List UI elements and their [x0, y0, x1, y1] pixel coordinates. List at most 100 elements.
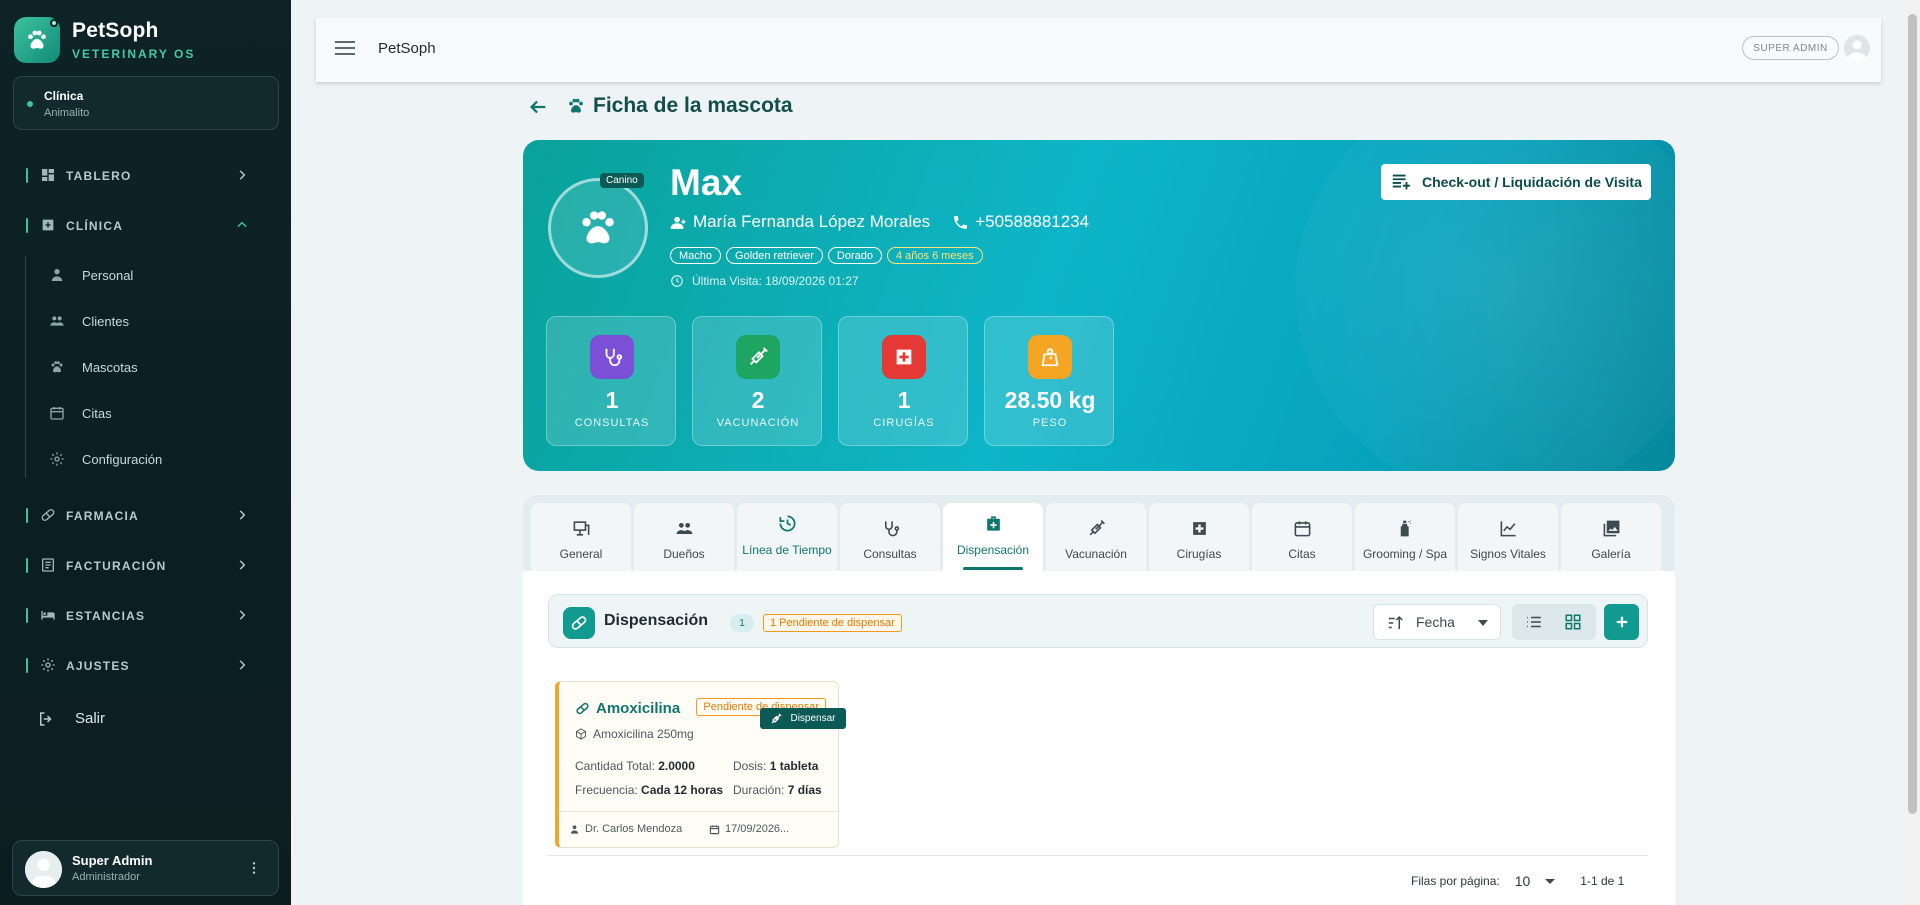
sidebar-item-citas[interactable]: Citas [0, 396, 291, 430]
pet-avatar[interactable] [548, 178, 648, 278]
list-view-icon[interactable] [1525, 613, 1543, 631]
tab-vacunacion[interactable]: Vacunación [1046, 503, 1146, 571]
stat-peso[interactable]: 28.50 kg PESO [984, 316, 1114, 446]
logout-icon [40, 712, 52, 726]
avatar[interactable] [1844, 35, 1870, 61]
dashboard-icon [42, 169, 54, 181]
color-tag: Dorado [827, 247, 882, 264]
grid-view-icon[interactable] [1564, 613, 1582, 631]
sidebar-item-configuracion[interactable]: Configuración [0, 442, 291, 476]
tab-dispensacion[interactable]: Dispensación [943, 503, 1043, 571]
box-icon [576, 728, 586, 740]
chevron-right-icon [239, 560, 246, 570]
chevron-right-icon [239, 510, 246, 520]
scrollbar-thumb[interactable] [1908, 14, 1917, 814]
count-badge: 1 [730, 614, 754, 632]
chevron-right-icon [239, 170, 246, 180]
age-tag: 4 años 6 meses [886, 247, 983, 264]
stat-value: 28.50 kg [1004, 387, 1096, 413]
section-title: Dispensación [604, 612, 709, 629]
paw-icon [582, 211, 614, 244]
active-tab-indicator [963, 567, 1023, 570]
back-arrow-icon[interactable] [527, 96, 549, 118]
sidebar-section-ajustes[interactable]: AJUSTES [0, 650, 291, 680]
gallery-icon [1603, 520, 1620, 537]
stat-value: 1 [605, 387, 619, 413]
sidebar-section-farmacia[interactable]: FARMACIA [0, 500, 291, 530]
checkout-button[interactable]: Check-out / Liquidación de Visita [1381, 164, 1651, 200]
dispense-button[interactable]: Dispensar [760, 708, 846, 729]
tab-citas[interactable]: Citas [1252, 503, 1352, 571]
clinic-selector[interactable]: Clínica Animalito [13, 76, 279, 130]
tab-label: Dueños [663, 547, 705, 561]
person-icon [570, 824, 579, 834]
gear-icon [41, 658, 55, 672]
avatar [25, 851, 62, 888]
tab-label: Consultas [863, 547, 917, 561]
tab-grooming-spa[interactable]: Grooming / Spa [1355, 503, 1455, 571]
sort-select[interactable]: Fecha [1373, 604, 1501, 640]
sidebar-section-tablero[interactable]: TABLERO [0, 160, 291, 190]
sidebar-section-label: CLÍNICA [66, 219, 124, 233]
page-title: Ficha de la mascota [566, 94, 793, 118]
tab-galeria[interactable]: Galería [1561, 503, 1661, 571]
chevron-down-icon [1478, 620, 1488, 626]
tab-label: Línea de Tiempo [742, 543, 832, 557]
logout-label: Salir [75, 710, 106, 727]
logout-button[interactable]: Salir [0, 704, 291, 734]
breed-tag: Golden retriever [726, 247, 823, 264]
pagination-range: 1-1 de 1 [1580, 874, 1625, 888]
species-badge: Canino [600, 173, 644, 188]
sidebar-section-label: ESTANCIAS [66, 609, 146, 623]
chevron-down-icon[interactable] [1545, 878, 1556, 884]
tab-label: Dispensación [956, 543, 1030, 557]
sidebar-item-label: Configuración [82, 452, 163, 467]
tab-label: General [559, 547, 603, 561]
owner-name[interactable]: María Fernanda López Morales [693, 212, 930, 232]
dispensation-panel: Dispensación 1 1 Pendiente de dispensar … [523, 571, 1675, 905]
stat-label: CIRUGÍAS [873, 417, 935, 429]
owner-phone[interactable]: +50588881234 [975, 212, 1089, 232]
calendar-icon [50, 407, 64, 420]
dispense-card[interactable]: Amoxicilina Pendiente de dispensar Amoxi… [555, 681, 839, 848]
tab-cirugias[interactable]: Cirugías [1149, 503, 1249, 571]
sidebar-section-estancias[interactable]: ESTANCIAS [0, 600, 291, 630]
brand[interactable]: PetSoph VETERINARY OS [14, 17, 195, 63]
tab-general[interactable]: General [531, 503, 631, 571]
brand-logo-icon [14, 17, 60, 63]
invoice-icon [42, 558, 54, 572]
sidebar-section-facturacion[interactable]: FACTURACIÓN [0, 550, 291, 580]
tab-duenos[interactable]: Dueños [634, 503, 734, 571]
tab-consultas[interactable]: Consultas [840, 503, 940, 571]
more-vertical-icon[interactable] [246, 859, 262, 877]
tab-signos-vitales[interactable]: Signos Vitales [1458, 503, 1558, 571]
medical-bag-icon [987, 516, 1000, 531]
people-icon [676, 522, 693, 535]
pill-icon [563, 607, 595, 639]
add-button[interactable] [1604, 604, 1639, 640]
topbar-title: PetSoph [378, 40, 436, 57]
menu-icon[interactable] [335, 40, 355, 56]
sort-icon [1388, 615, 1403, 629]
stat-cirugias[interactable]: 1 CIRUGÍAS [838, 316, 968, 446]
medical-icon [42, 219, 54, 231]
stat-vacunacion[interactable]: 2 VACUNACIÓN [692, 316, 822, 446]
role-badge[interactable]: SUPER ADMIN [1742, 36, 1839, 60]
tab-linea-de-tiempo[interactable]: Línea de Tiempo [737, 503, 837, 571]
sidebar-section-clinica[interactable]: CLÍNICA [0, 210, 291, 240]
plus-icon [1616, 616, 1627, 628]
page-title-text: Ficha de la mascota [593, 94, 793, 117]
pagination: Filas por página: 10 1-1 de 1 [1411, 873, 1624, 889]
sidebar-item-clientes[interactable]: Clientes [0, 304, 291, 338]
clinic-label: Clínica [44, 89, 84, 103]
sidebar-item-personal[interactable]: Personal [0, 258, 291, 292]
user-profile[interactable]: Super Admin Administrador [12, 840, 279, 896]
stat-consultas[interactable]: 1 CONSULTAS [546, 316, 676, 446]
sidebar-item-mascotas[interactable]: Mascotas [0, 350, 291, 384]
stat-label: VACUNACIÓN [716, 417, 800, 429]
pending-badge: 1 Pendiente de dispensar [763, 614, 902, 632]
rows-per-page-select[interactable]: 10 [1515, 873, 1531, 889]
bed-icon [41, 611, 55, 620]
sidebar-section-label: AJUSTES [66, 659, 130, 673]
syringe-icon [1089, 520, 1105, 536]
